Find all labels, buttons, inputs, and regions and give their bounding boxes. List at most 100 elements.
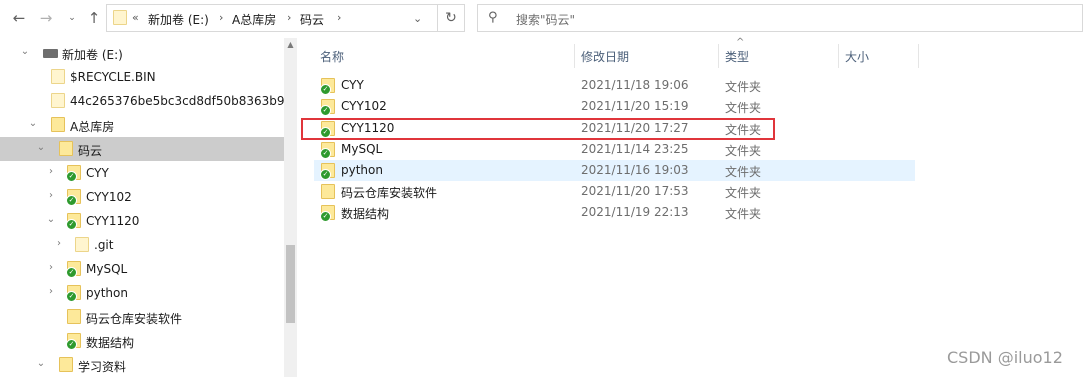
column-header-size[interactable]: 大小 [845, 48, 869, 65]
folder-icon [321, 184, 335, 199]
forward-arrow-icon[interactable]: → [36, 8, 56, 28]
folder-icon [51, 117, 65, 132]
chevron-down-icon[interactable]: ⌄ [46, 214, 56, 225]
git-folder-icon: ✓ [66, 213, 81, 230]
tree-item-mayun-installer[interactable]: 码云仓库安装软件 [0, 305, 284, 329]
tree-item-label: 数据结构 [86, 336, 135, 350]
git-folder-icon: ✓ [66, 285, 81, 302]
breadcrumb-overflow[interactable]: « [132, 11, 139, 24]
breadcrumb-drive[interactable]: 新加卷 (E:) [148, 11, 209, 28]
file-type: 文件夹 [725, 144, 762, 158]
tree-item-label: python [86, 286, 128, 300]
breadcrumb-mayun[interactable]: 码云 [300, 11, 324, 28]
file-row-cyy[interactable]: ✓ CYY 2021/11/18 19:06 文件夹 [314, 75, 915, 96]
tree-item-label: 新加卷 (E:) [62, 48, 123, 62]
tree-item-label: 学习资料 [78, 360, 127, 374]
tree-item-data-structures[interactable]: ✓ 数据结构 [0, 329, 284, 353]
file-name: CYY [341, 78, 364, 92]
file-name: 码云仓库安装软件 [341, 186, 438, 200]
folder-icon [51, 93, 65, 108]
folder-icon [59, 357, 73, 372]
chevron-down-icon[interactable]: ⌄ [36, 358, 46, 369]
search-box[interactable]: ⚲ 搜索"码云" [477, 4, 1083, 32]
tree-item-mayun[interactable]: ⌄ 码云 [0, 137, 284, 161]
git-folder-icon: ✓ [66, 165, 81, 182]
file-name: 数据结构 [341, 207, 390, 221]
folder-icon [51, 69, 65, 84]
file-row-mysql[interactable]: ✓ MySQL 2021/11/14 23:25 文件夹 [314, 139, 915, 160]
tree-item-study-materials[interactable]: ⌄ 学习资料 [0, 353, 284, 377]
search-placeholder[interactable]: 搜索"码云" [516, 11, 575, 28]
file-row-data-structures[interactable]: ✓ 数据结构 2021/11/19 22:13 文件夹 [314, 202, 915, 223]
folder-icon [67, 309, 81, 324]
tree-item-label: CYY102 [86, 190, 132, 204]
tree-item-label: CYY1120 [86, 214, 140, 228]
folder-icon [59, 141, 73, 156]
file-date: 2021/11/19 22:13 [581, 205, 689, 219]
chevron-down-icon[interactable]: ⌄ [28, 118, 38, 129]
git-folder-icon: ✓ [66, 261, 81, 278]
chevron-right-icon[interactable]: › [46, 190, 56, 201]
file-row-python[interactable]: ✓ python 2021/11/16 19:03 文件夹 [314, 160, 915, 181]
column-divider[interactable] [918, 44, 919, 68]
breadcrumb-separator-icon[interactable]: › [337, 11, 341, 24]
column-divider[interactable] [838, 44, 839, 68]
column-header-type[interactable]: 类型 [725, 48, 749, 65]
column-header-name[interactable]: 名称 [320, 48, 344, 65]
tree-item-git[interactable]: › .git [0, 233, 284, 257]
recent-locations-chevron-icon[interactable]: ⌄ [62, 8, 82, 28]
column-divider[interactable] [718, 44, 719, 68]
file-type: 文件夹 [725, 186, 762, 200]
tree-item-cyy1120[interactable]: ⌄ ✓ CYY1120 [0, 209, 284, 233]
file-row-cyy102[interactable]: ✓ CYY102 2021/11/20 15:19 文件夹 [314, 96, 915, 117]
git-folder-icon: ✓ [66, 333, 81, 350]
back-arrow-icon[interactable]: ← [9, 8, 29, 28]
file-name: python [341, 163, 383, 177]
navigation-pane: ⌄ 新加卷 (E:) $RECYCLE.BIN 44c265376be5bc3c… [0, 38, 297, 377]
column-header-date[interactable]: 修改日期 [581, 48, 629, 65]
git-folder-icon: ✓ [320, 142, 335, 159]
up-arrow-icon[interactable]: ↑ [84, 8, 104, 28]
tree-item-cyy[interactable]: › ✓ CYY [0, 161, 284, 185]
git-folder-icon: ✓ [320, 99, 335, 116]
chevron-right-icon[interactable]: › [46, 286, 56, 297]
watermark: CSDN @iluo12 [947, 348, 1063, 367]
tree-item-cyy102[interactable]: › ✓ CYY102 [0, 185, 284, 209]
folder-icon [113, 10, 127, 25]
breadcrumb-separator-icon[interactable]: › [287, 11, 291, 24]
tree-item-drive-e[interactable]: ⌄ 新加卷 (E:) [0, 41, 284, 65]
tree-item-hash-folder[interactable]: 44c265376be5bc3cd8df50b8363b9b [0, 89, 292, 113]
tree-item-recycle-bin[interactable]: $RECYCLE.BIN [0, 65, 284, 89]
search-icon: ⚲ [488, 10, 498, 25]
chevron-right-icon[interactable]: › [46, 262, 56, 273]
file-date: 2021/11/20 15:19 [581, 99, 689, 113]
scrollbar-thumb[interactable] [286, 245, 295, 323]
refresh-icon[interactable]: ↻ [437, 4, 465, 32]
chevron-right-icon[interactable]: › [46, 166, 56, 177]
tree-item-a-zongkufang[interactable]: ⌄ A总库房 [0, 113, 284, 137]
tree-item-label: 码云 [78, 144, 103, 158]
file-list: ^ 名称 修改日期 类型 大小 ✓ CYY 2021/11/18 19:06 文… [297, 37, 1091, 377]
tree-item-mysql[interactable]: › ✓ MySQL [0, 257, 284, 281]
scroll-up-arrow-icon[interactable]: ▲ [284, 40, 297, 49]
chevron-down-icon[interactable]: ⌄ [36, 142, 46, 153]
address-bar[interactable]: « 新加卷 (E:) › A总库房 › 码云 › ⌄ [106, 4, 465, 32]
file-date: 2021/11/20 17:53 [581, 184, 689, 198]
chevron-down-icon[interactable]: ⌄ [20, 46, 30, 57]
chevron-right-icon[interactable]: › [54, 238, 64, 249]
tree-item-label: 44c265376be5bc3cd8df50b8363b9b [70, 94, 293, 108]
tree-item-label: CYY [86, 166, 109, 180]
column-divider[interactable] [574, 44, 575, 68]
folder-icon [75, 237, 89, 252]
git-folder-icon: ✓ [320, 78, 335, 95]
navigation-scrollbar[interactable] [284, 38, 297, 377]
file-date: 2021/11/16 19:03 [581, 163, 689, 177]
git-folder-icon: ✓ [66, 189, 81, 206]
tree-item-python[interactable]: › ✓ python [0, 281, 284, 305]
address-dropdown-icon[interactable]: ⌄ [413, 12, 422, 25]
tree-item-label: MySQL [86, 262, 128, 276]
file-type: 文件夹 [725, 165, 762, 179]
breadcrumb-separator-icon[interactable]: › [219, 11, 223, 24]
breadcrumb-a-zongkufang[interactable]: A总库房 [232, 11, 276, 28]
file-row-mayun-installer[interactable]: 码云仓库安装软件 2021/11/20 17:53 文件夹 [314, 181, 915, 202]
